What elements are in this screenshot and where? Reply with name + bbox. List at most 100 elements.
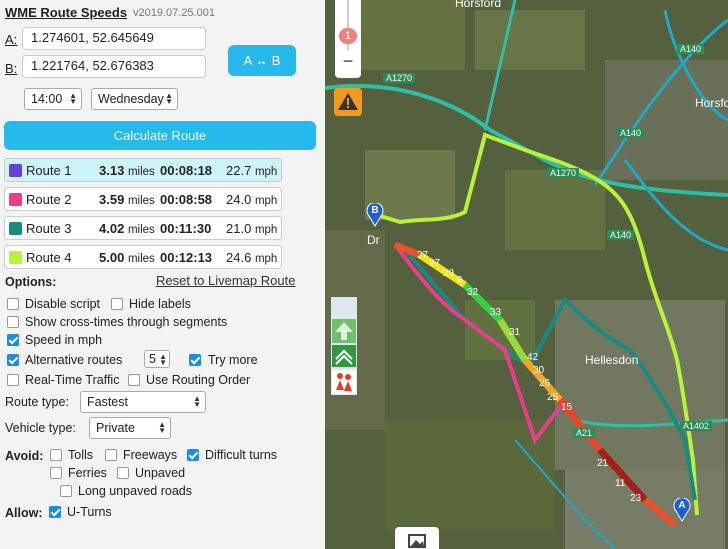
allow-uturns-label: U-Turns bbox=[67, 505, 112, 519]
try-more-checkbox[interactable] bbox=[189, 354, 201, 366]
route-speed: 24.6 mph bbox=[226, 250, 278, 265]
image-icon bbox=[408, 534, 426, 548]
hide-labels-label: Hide labels bbox=[129, 297, 191, 311]
segment-label: 21 bbox=[597, 458, 609, 469]
day-select-value: Wednesday bbox=[98, 92, 164, 106]
speed-mph-checkbox[interactable] bbox=[7, 334, 19, 346]
place-label: Hellesdon bbox=[585, 353, 639, 367]
map-view[interactable]: Horsford Horsford St-Fa Hellesdon Dr A12… bbox=[325, 0, 728, 549]
road-shield: A140 bbox=[607, 230, 635, 240]
place-label: Horsford bbox=[455, 0, 502, 10]
segment-label: 33 bbox=[490, 307, 502, 318]
route-row-3[interactable]: Route 3 4.02 miles 00:11:30 21.0 mph bbox=[4, 216, 282, 240]
segment-label: 29 bbox=[443, 268, 455, 279]
route-color-swatch bbox=[9, 193, 22, 206]
place-label: Horsford St-Fa bbox=[695, 96, 728, 110]
routing-order-checkbox[interactable] bbox=[128, 374, 140, 386]
lanes-icon[interactable] bbox=[332, 345, 356, 367]
try-more-label: Try more bbox=[208, 353, 258, 367]
segment-label: 11 bbox=[615, 478, 626, 489]
allow-label: Allow: bbox=[5, 506, 43, 520]
vehicle-type-select[interactable]: Private ▲ ▼ bbox=[89, 417, 171, 439]
route-speeds-panel: WME Route Speeds v2019.07.25.001 A: 1.27… bbox=[0, 0, 325, 549]
point-b-input[interactable]: 1.221764, 52.676383 bbox=[22, 55, 206, 78]
time-select-value: 14:00 bbox=[31, 92, 63, 106]
point-a-label[interactable]: A: bbox=[5, 32, 17, 47]
vehicle-type-value: Private bbox=[96, 421, 135, 435]
cross-times-checkbox[interactable] bbox=[7, 316, 19, 328]
road-shield: A140 bbox=[617, 128, 645, 138]
road-shield: A1402 bbox=[680, 421, 713, 431]
alt-routes-count-value: 5 bbox=[149, 352, 156, 366]
point-b-label[interactable]: B: bbox=[5, 61, 17, 76]
warning-icon[interactable] bbox=[334, 88, 362, 116]
select-arrow-icon: ▲ ▼ bbox=[165, 91, 173, 106]
segment-label: 23 bbox=[630, 493, 642, 504]
road-shield: A1270 bbox=[547, 168, 580, 178]
reset-livemap-link[interactable]: Reset to Livemap Route bbox=[156, 273, 295, 288]
zoom-level-badge[interactable]: 1 bbox=[339, 28, 357, 44]
pin-a-marker[interactable]: A bbox=[673, 497, 691, 522]
route-row-4[interactable]: Route 4 5.00 miles 00:12:13 24.6 mph bbox=[4, 245, 282, 269]
segment-label: 32 bbox=[467, 287, 479, 298]
segment-label: 42 bbox=[527, 352, 539, 363]
route-color-swatch bbox=[9, 251, 22, 264]
avoid-long-unpaved-checkbox[interactable] bbox=[60, 485, 72, 497]
arrow-up-icon[interactable] bbox=[332, 319, 356, 343]
route-speed: 21.0 mph bbox=[226, 221, 278, 236]
version-label: v2019.07.25.001 bbox=[133, 7, 215, 19]
panel-title: WME Route Speeds bbox=[5, 5, 128, 20]
segment-label: 25 bbox=[547, 392, 559, 403]
segment-label: 31 bbox=[509, 327, 521, 338]
route-distance: 3.13 miles bbox=[99, 163, 155, 178]
avoid-long-unpaved-label: Long unpaved roads bbox=[78, 484, 192, 498]
avoid-ferries-checkbox[interactable] bbox=[50, 467, 62, 479]
segment-label: 30 bbox=[533, 365, 545, 376]
route-time: 00:12:13 bbox=[160, 250, 213, 265]
route-type-select[interactable]: Fastest ▲ ▼ bbox=[80, 391, 206, 413]
avoid-tolls-label: Tolls bbox=[68, 448, 94, 462]
cross-times-label: Show cross-times through segments bbox=[25, 315, 228, 329]
hide-labels-checkbox[interactable] bbox=[111, 298, 123, 310]
route-name: Route 2 bbox=[26, 192, 72, 207]
time-select[interactable]: 14:00 ▲ ▼ bbox=[24, 88, 82, 110]
place-label: Dr bbox=[367, 233, 380, 247]
select-arrow-icon: ▲ ▼ bbox=[193, 394, 201, 409]
avoid-tolls-checkbox[interactable] bbox=[50, 449, 62, 461]
route-name: Route 3 bbox=[26, 221, 72, 236]
day-select[interactable]: Wednesday ▲ ▼ bbox=[91, 88, 178, 110]
route-row-1[interactable]: Route 1 3.13 miles 00:08:18 22.7 mph bbox=[4, 158, 282, 182]
routing-order-label: Use Routing Order bbox=[146, 373, 251, 387]
avoid-unpaved-checkbox[interactable] bbox=[117, 467, 129, 479]
calculate-route-button[interactable]: Calculate Route bbox=[4, 121, 316, 150]
route-time: 00:11:30 bbox=[160, 221, 212, 236]
point-a-input[interactable]: 1.274601, 52.645649 bbox=[22, 27, 206, 50]
segment-label: 27 bbox=[417, 250, 429, 261]
avoid-difficult-turns-label: Difficult turns bbox=[205, 448, 278, 462]
alt-routes-count-select[interactable]: 5 ▲ ▼ bbox=[144, 350, 170, 368]
options-heading: Options: bbox=[5, 275, 57, 289]
pin-b-marker[interactable]: B bbox=[366, 202, 384, 227]
route-name: Route 4 bbox=[26, 250, 72, 265]
alt-routes-checkbox[interactable] bbox=[7, 354, 19, 366]
segment-label: 27 bbox=[429, 258, 441, 269]
disable-script-checkbox[interactable] bbox=[7, 298, 19, 310]
segment-label: 15 bbox=[561, 402, 573, 413]
zoom-out-button[interactable]: − bbox=[339, 52, 357, 72]
vehicle-type-label: Vehicle type: bbox=[5, 421, 76, 435]
swap-points-button[interactable]: A ↔ B bbox=[228, 45, 296, 76]
route-name: Route 1 bbox=[26, 163, 72, 178]
avoid-difficult-turns-checkbox[interactable] bbox=[187, 449, 199, 461]
route-distance: 5.00 miles bbox=[99, 250, 155, 265]
realtime-traffic-label: Real-Time Traffic bbox=[25, 373, 120, 387]
imagery-button[interactable] bbox=[395, 527, 439, 549]
segment-label: 9 bbox=[457, 275, 463, 286]
allow-uturns-checkbox[interactable] bbox=[49, 506, 61, 518]
route-row-2[interactable]: Route 2 3.59 miles 00:08:58 24.0 mph bbox=[4, 187, 282, 211]
pin-b-label: B bbox=[371, 205, 379, 216]
realtime-traffic-checkbox[interactable] bbox=[7, 374, 19, 386]
alt-routes-label: Alternative routes bbox=[25, 353, 123, 367]
avoid-freeways-checkbox[interactable] bbox=[105, 449, 117, 461]
people-icon[interactable] bbox=[332, 370, 356, 394]
route-color-swatch bbox=[9, 222, 22, 235]
